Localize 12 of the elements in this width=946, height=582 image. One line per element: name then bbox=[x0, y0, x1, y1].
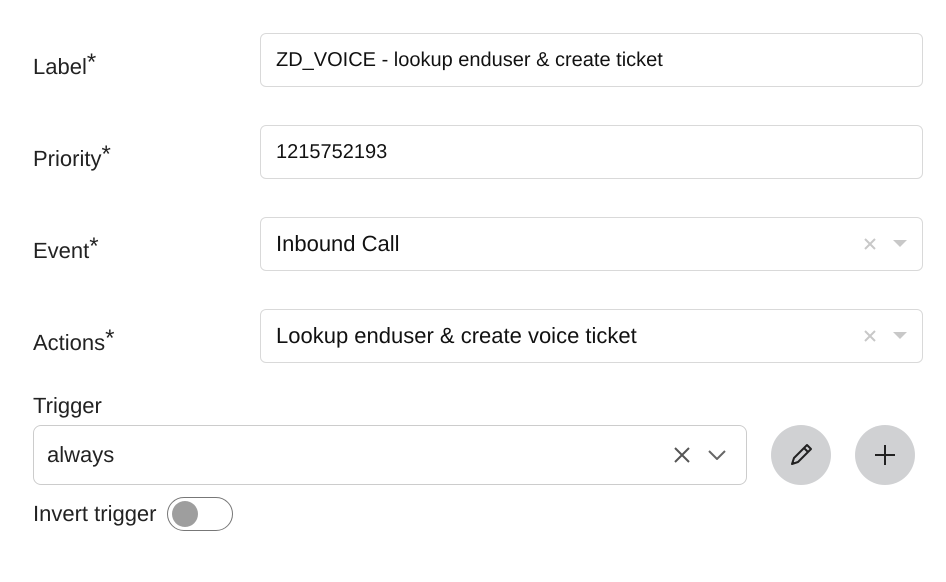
chevron-down-icon[interactable] bbox=[708, 450, 726, 460]
dropdown[interactable]: always bbox=[33, 425, 747, 485]
toggle-switch[interactable] bbox=[166, 497, 232, 531]
dropdown-value: Lookup enduser & create voice ticket bbox=[276, 323, 638, 349]
input-field[interactable]: 1215752193 bbox=[260, 125, 923, 179]
dropdown-value: Inbound Call bbox=[276, 231, 401, 257]
input-field[interactable]: ZD_VOICE - lookup enduser & create ticket bbox=[260, 33, 923, 87]
plus-icon bbox=[873, 443, 897, 467]
toggle-label: Invert trigger bbox=[33, 501, 156, 527]
trigger-label: Trigger bbox=[33, 393, 103, 419]
clear-icon[interactable] bbox=[674, 447, 690, 463]
dropdown-value: always bbox=[47, 442, 116, 468]
